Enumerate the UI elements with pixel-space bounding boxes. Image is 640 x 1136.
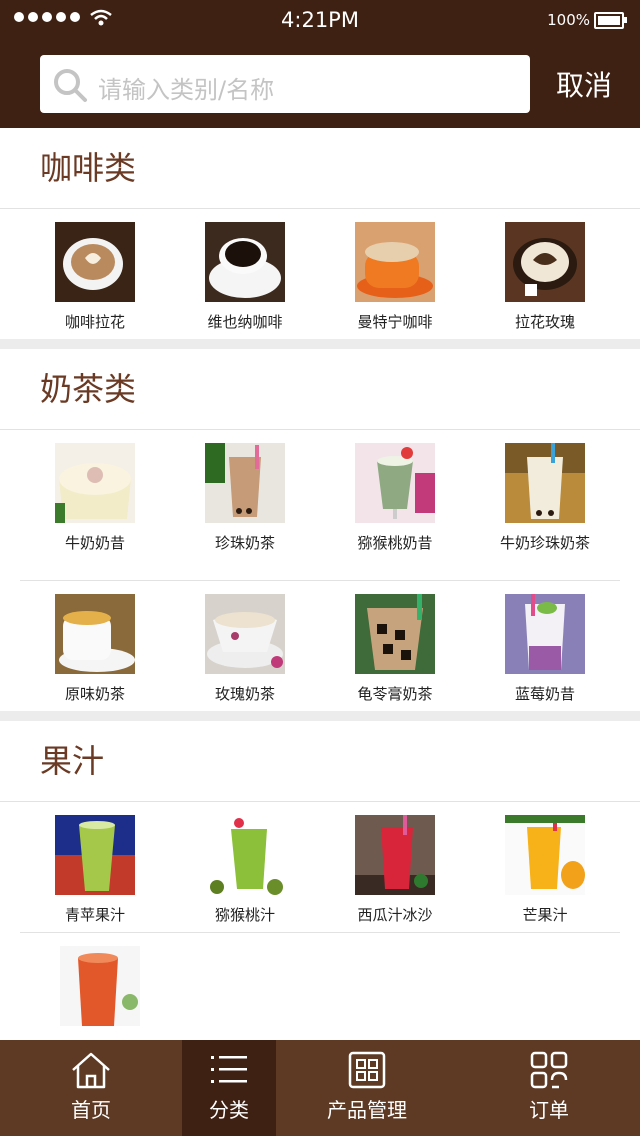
product-item[interactable]: 猕猴桃汁 (170, 802, 320, 932)
kiwi-milkshake-image (355, 443, 435, 523)
milk-pearl-tea-image (505, 443, 585, 523)
product-label: 青苹果汁 (64, 906, 125, 924)
tab-home[interactable]: 首页 (0, 1040, 182, 1136)
section-title-milk-tea: 奶茶类 (0, 349, 640, 430)
product-label: 西瓜汁冰沙 (357, 906, 433, 924)
mango-juice-image (505, 815, 585, 895)
product-label: 龟苓膏奶茶 (357, 685, 433, 703)
grid-box-icon (348, 1051, 386, 1089)
product-label: 曼特宁咖啡 (357, 313, 433, 331)
product-label: 蓝莓奶昔 (514, 685, 575, 703)
apps-icon (530, 1051, 568, 1089)
product-label: 拉花玫瑰 (514, 313, 575, 331)
product-item[interactable]: 曼特宁咖啡 (320, 209, 470, 339)
vienna-coffee-image (205, 222, 285, 302)
product-item[interactable]: 咖啡拉花 (20, 209, 170, 339)
tab-label: 产品管理 (327, 1098, 407, 1122)
product-item[interactable]: 牛奶珍珠奶茶 (470, 430, 620, 580)
search-input[interactable]: 请输入类别/名称 (40, 55, 530, 113)
bottom-tab-bar: 首页 分类 产品管理 订单 (0, 1040, 640, 1136)
product-label: 玫瑰奶茶 (214, 685, 275, 703)
product-label: 猕猴桃奶昔 (357, 534, 433, 552)
product-item[interactable]: 猕猴桃奶昔 (320, 430, 470, 580)
product-label: 咖啡拉花 (64, 313, 125, 331)
product-label: 原味奶茶 (64, 685, 125, 703)
section-divider (0, 711, 640, 721)
watermelon-smoothie-image (355, 815, 435, 895)
original-milk-tea-image (55, 594, 135, 674)
mandheling-coffee-image (355, 222, 435, 302)
tab-label: 订单 (529, 1098, 569, 1122)
tab-orders[interactable]: 订单 (458, 1040, 640, 1136)
product-item[interactable]: 蓝莓奶昔 (470, 581, 620, 711)
rose-latte-image (505, 222, 585, 302)
tab-label: 分类 (209, 1098, 249, 1122)
pearl-milk-tea-image (205, 443, 285, 523)
section-divider (0, 339, 640, 349)
product-item[interactable] (20, 933, 180, 1040)
rose-milk-tea-image (205, 594, 285, 674)
product-label: 牛奶珍珠奶茶 (499, 534, 590, 552)
search-icon (54, 69, 87, 102)
tab-label: 首页 (71, 1098, 111, 1122)
tab-category[interactable]: 分类 (182, 1040, 276, 1136)
search-placeholder: 请输入类别/名称 (98, 76, 275, 104)
category-list: 咖啡类 咖啡拉花 维也纳咖啡 曼特宁咖啡 拉花玫瑰 奶茶类 牛奶奶昔 珍珠奶茶 … (0, 128, 640, 1040)
battery-icon (594, 12, 627, 29)
battery-percent: 100% (547, 11, 590, 29)
search-header: 请输入类别/名称 取消 (0, 40, 640, 128)
product-label: 芒果汁 (522, 906, 568, 924)
product-item[interactable]: 维也纳咖啡 (170, 209, 320, 339)
product-item[interactable]: 芒果汁 (470, 802, 620, 932)
status-bar: 4:21PM 100% (0, 0, 640, 40)
section-title-juice: 果汁 (0, 721, 640, 802)
product-item[interactable]: 拉花玫瑰 (470, 209, 620, 339)
cancel-button[interactable]: 取消 (556, 64, 612, 104)
product-item[interactable]: 青苹果汁 (20, 802, 170, 932)
carrot-juice-image (60, 946, 140, 1026)
kiwi-juice-image (205, 815, 285, 895)
milkshake-image (55, 443, 135, 523)
status-time: 4:21PM (281, 8, 359, 32)
home-icon (72, 1052, 110, 1089)
product-item[interactable]: 玫瑰奶茶 (170, 581, 320, 711)
product-item[interactable]: 龟苓膏奶茶 (320, 581, 470, 711)
product-item[interactable]: 牛奶奶昔 (20, 430, 170, 580)
product-label: 牛奶奶昔 (64, 534, 125, 552)
product-label: 猕猴桃汁 (214, 906, 275, 924)
section-title-coffee: 咖啡类 (0, 128, 640, 209)
guiling-jelly-milk-tea-image (355, 594, 435, 674)
product-label: 维也纳咖啡 (207, 313, 283, 331)
product-item[interactable]: 西瓜汁冰沙 (320, 802, 470, 932)
tab-product-management[interactable]: 产品管理 (276, 1040, 458, 1136)
green-apple-juice-image (55, 815, 135, 895)
product-label: 珍珠奶茶 (214, 534, 275, 552)
product-item[interactable]: 珍珠奶茶 (170, 430, 320, 580)
product-item[interactable]: 原味奶茶 (20, 581, 170, 711)
blueberry-milkshake-image (505, 594, 585, 674)
latte-art-image (55, 222, 135, 302)
list-icon (211, 1056, 247, 1083)
